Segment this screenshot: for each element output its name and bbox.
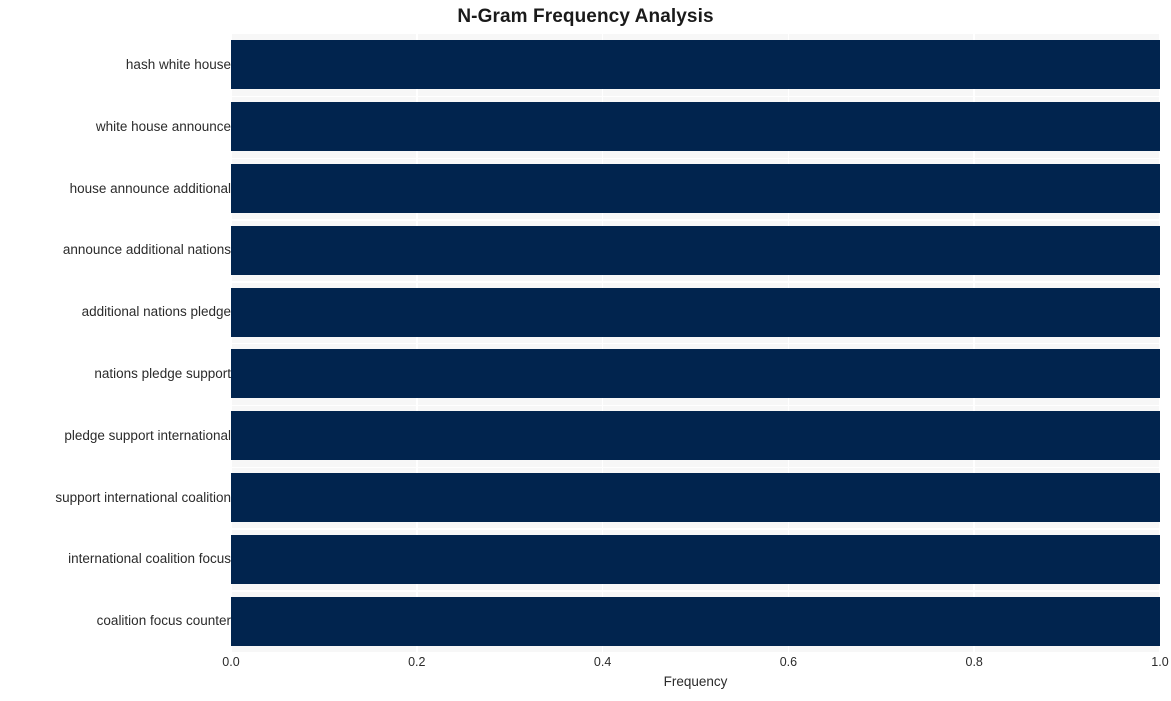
bar[interactable]	[231, 102, 1160, 152]
y-gridline	[231, 95, 1160, 98]
plot-area	[231, 34, 1160, 652]
y-tick-label: white house announce	[95, 118, 231, 134]
x-tick-label: 0.6	[779, 655, 798, 669]
bar-row	[231, 287, 1160, 337]
bar-row	[231, 164, 1160, 213]
x-tick-label: 0.0	[222, 655, 240, 669]
bar[interactable]	[231, 411, 1160, 461]
bar-row	[231, 473, 1160, 522]
x-tick-label: 0.8	[965, 655, 983, 669]
bar[interactable]	[231, 534, 1160, 584]
x-tick-label: 1.0	[1151, 655, 1169, 669]
y-gridline	[231, 466, 1160, 468]
y-axis: hash white house white house announce hous…	[0, 34, 231, 652]
y-gridline	[231, 343, 1160, 345]
y-tick-label: nations pledge support	[94, 365, 231, 381]
chart-title: N-Gram Frequency Analysis	[457, 6, 714, 27]
bar[interactable]	[231, 225, 1160, 275]
bar-row	[231, 40, 1160, 90]
bar[interactable]	[231, 596, 1160, 646]
y-tick-label: international coalition focus	[68, 551, 231, 567]
y-tick-label: house announce additional	[69, 180, 231, 196]
x-axis-label: Frequency	[663, 674, 728, 689]
bar-row	[231, 411, 1160, 461]
y-tick-label: pledge support international	[64, 427, 231, 443]
bar-row	[231, 596, 1160, 646]
y-tick-label: support international coalition	[55, 489, 231, 505]
y-tick-label: hash white house	[125, 56, 231, 72]
bar[interactable]	[231, 473, 1160, 522]
y-gridline	[231, 219, 1160, 221]
y-gridline	[231, 157, 1160, 159]
y-tick-label: additional nations pledge	[81, 304, 231, 320]
x-tick-label: 0.4	[593, 655, 612, 669]
y-tick-label: announce additional nations	[62, 242, 231, 258]
bar-row	[231, 102, 1160, 152]
chart-figure: N-Gram Frequency Analysis hash white hou…	[0, 0, 1171, 701]
y-gridline	[231, 590, 1160, 592]
bar[interactable]	[231, 164, 1160, 213]
bar[interactable]	[231, 40, 1160, 90]
y-gridline	[231, 281, 1160, 283]
bar[interactable]	[231, 349, 1160, 399]
bar-row	[231, 349, 1160, 399]
bar[interactable]	[231, 287, 1160, 337]
y-gridline	[231, 404, 1160, 407]
bar-row	[231, 534, 1160, 584]
bar-row	[231, 225, 1160, 275]
x-tick-label: 0.2	[408, 655, 426, 669]
y-gridline	[231, 528, 1160, 530]
y-tick-label: coalition focus counter	[96, 613, 231, 629]
